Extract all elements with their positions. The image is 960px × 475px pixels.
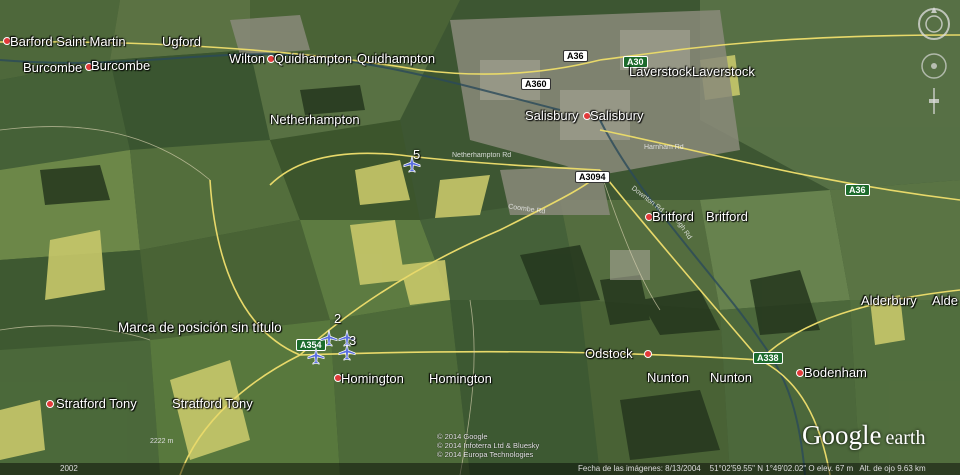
place-nunton-2[interactable]: Nunton xyxy=(710,370,752,385)
road-name-harnham: Harnham Rd xyxy=(644,144,684,151)
credit-google: © 2014 Google xyxy=(437,432,488,441)
road-a36-badge-right: A36 xyxy=(845,184,870,196)
place-marker-odstock xyxy=(644,350,652,358)
place-stratford-tony[interactable]: Stratford Tony xyxy=(56,396,137,411)
place-marker-bodenham xyxy=(796,369,804,377)
place-homington-2[interactable]: Homington xyxy=(429,371,492,386)
satellite-map[interactable]: A36 A30 A36 A338 A354 A360 A3094 Netherh… xyxy=(0,0,960,475)
navigation-controls[interactable] xyxy=(914,6,954,116)
historical-imagery-year[interactable]: 2002 xyxy=(60,463,78,475)
place-britford[interactable]: Britford xyxy=(652,209,694,224)
status-readout: Fecha de las imágenes: 8/13/2004 51°02'5… xyxy=(578,463,926,475)
credit-infoterra: © 2014 Infoterra Ltd & Bluesky xyxy=(437,441,540,450)
google-earth-logo: Google earth xyxy=(802,420,925,451)
placemark-label-3: 3 xyxy=(349,333,357,348)
place-odstock[interactable]: Odstock xyxy=(585,346,633,361)
map-credits: © 2014 Google © 2014 Infoterra Ltd & Blu… xyxy=(437,432,539,459)
place-salisbury[interactable]: Salisbury xyxy=(525,108,578,123)
place-burcombe[interactable]: Burcombe xyxy=(23,60,82,75)
road-name-netherhampton: Netherhampton Rd xyxy=(452,152,512,159)
road-a338-badge: A338 xyxy=(753,352,783,364)
airplane-placemark-icon[interactable] xyxy=(320,329,338,347)
place-burcombe-2[interactable]: Burcombe xyxy=(91,58,150,73)
place-ugford[interactable]: Ugford xyxy=(162,34,201,49)
eye-altitude: Alt. de ojo 9.63 km xyxy=(859,464,926,473)
place-stratford-tony-2[interactable]: Stratford Tony xyxy=(172,396,253,411)
place-alderbury[interactable]: Alderbury xyxy=(861,293,917,308)
placemark-label-2: 2 xyxy=(334,311,342,326)
place-barford[interactable]: Barford Saint Martin xyxy=(10,34,126,49)
place-homington[interactable]: Homington xyxy=(341,371,404,386)
placemark-untitled[interactable]: Marca de posición sin título xyxy=(118,320,282,335)
logo-google-text: Google xyxy=(802,420,882,450)
road-a360-badge: A360 xyxy=(521,78,551,90)
place-alderbury-2[interactable]: Alde xyxy=(932,293,958,308)
place-britford-2[interactable]: Britford xyxy=(706,209,748,224)
compass-icon[interactable] xyxy=(918,7,950,40)
place-bodenham[interactable]: Bodenham xyxy=(804,365,867,380)
logo-earth-text: earth xyxy=(885,427,926,449)
imagery-date: Fecha de las imágenes: 8/13/2004 xyxy=(578,464,701,473)
look-joystick-icon[interactable] xyxy=(921,53,947,79)
status-bar: 2002 Fecha de las imágenes: 8/13/2004 51… xyxy=(0,463,960,475)
placemark-label-5: 5 xyxy=(413,147,421,162)
place-netherhampton[interactable]: Netherhampton xyxy=(270,112,360,127)
cursor-coordinates: 51°02'59.55" N 1°49'02.02" O elev. 67 m xyxy=(709,464,854,473)
place-salisbury-2[interactable]: Salisbury xyxy=(590,108,643,123)
place-wilton[interactable]: Wilton xyxy=(229,51,265,66)
scale-bar-label: 2222 m xyxy=(150,438,174,445)
road-a3094-badge: A3094 xyxy=(575,171,610,183)
place-laverstock-2[interactable]: Laverstock xyxy=(692,64,755,79)
place-marker-stratford xyxy=(46,400,54,408)
place-quidhampton[interactable]: Quidhampton xyxy=(274,51,352,66)
credit-europa: © 2014 Europa Technologies xyxy=(437,450,534,459)
place-laverstock[interactable]: Laverstock xyxy=(629,64,692,79)
place-nunton[interactable]: Nunton xyxy=(647,370,689,385)
road-a36-badge: A36 xyxy=(563,50,588,62)
zoom-slider-icon[interactable] xyxy=(929,88,939,114)
place-quidhampton-2[interactable]: Quidhampton xyxy=(357,51,435,66)
airplane-placemark-4-icon[interactable] xyxy=(307,347,325,365)
